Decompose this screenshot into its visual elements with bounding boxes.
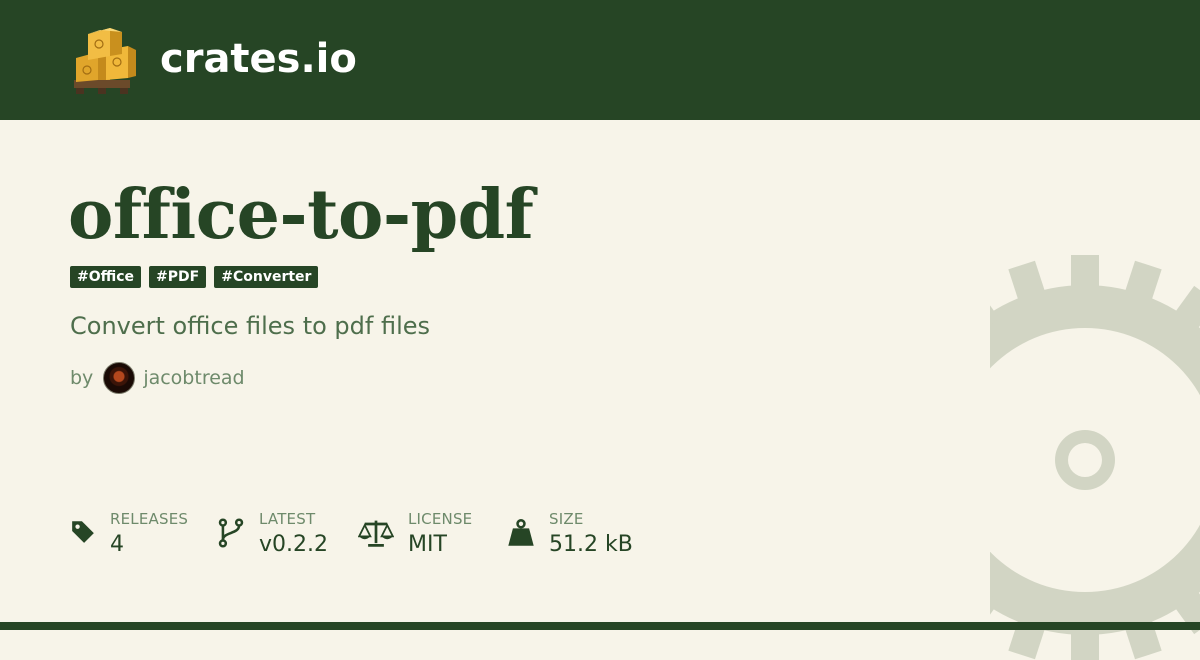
rust-gear-icon xyxy=(990,255,1200,660)
author-byline: by jacobtread xyxy=(70,362,245,394)
stat-latest: LATEST v0.2.2 xyxy=(217,508,328,560)
scale-icon xyxy=(358,520,394,547)
avatar[interactable] xyxy=(103,362,136,394)
footer-bar xyxy=(0,622,1200,630)
stat-label: RELEASES xyxy=(110,510,189,528)
stat-value: 4 xyxy=(110,532,124,557)
crate-title: office-to-pdf xyxy=(68,175,534,255)
stat-label: SIZE xyxy=(549,510,584,528)
crate-description: Convert office files to pdf files xyxy=(70,312,431,340)
by-label: by xyxy=(70,367,94,389)
branch-icon xyxy=(218,518,244,548)
tag-converter[interactable]: #Converter xyxy=(214,266,319,288)
tag-icon xyxy=(72,521,94,543)
stat-license: LICENSE MIT xyxy=(358,508,472,560)
stat-size: SIZE 51.2 kB xyxy=(507,508,633,560)
stat-value: 51.2 kB xyxy=(549,532,633,557)
tag-pdf[interactable]: #PDF xyxy=(149,266,207,288)
keyword-tags: #Office #PDF #Converter xyxy=(70,266,319,288)
crates-boxes-icon[interactable] xyxy=(70,20,142,98)
header-bar: crates.io xyxy=(0,0,1200,120)
tag-office[interactable]: #Office xyxy=(70,266,142,288)
stat-label: LICENSE xyxy=(408,510,473,528)
stat-label: LATEST xyxy=(259,510,316,528)
author-name[interactable]: jacobtread xyxy=(143,363,244,393)
stat-releases: RELEASES 4 xyxy=(70,508,188,560)
stat-value[interactable]: MIT xyxy=(408,530,472,560)
brand-name[interactable]: crates.io xyxy=(160,33,357,85)
stat-value[interactable]: v0.2.2 xyxy=(259,530,328,560)
weight-icon xyxy=(508,519,534,546)
